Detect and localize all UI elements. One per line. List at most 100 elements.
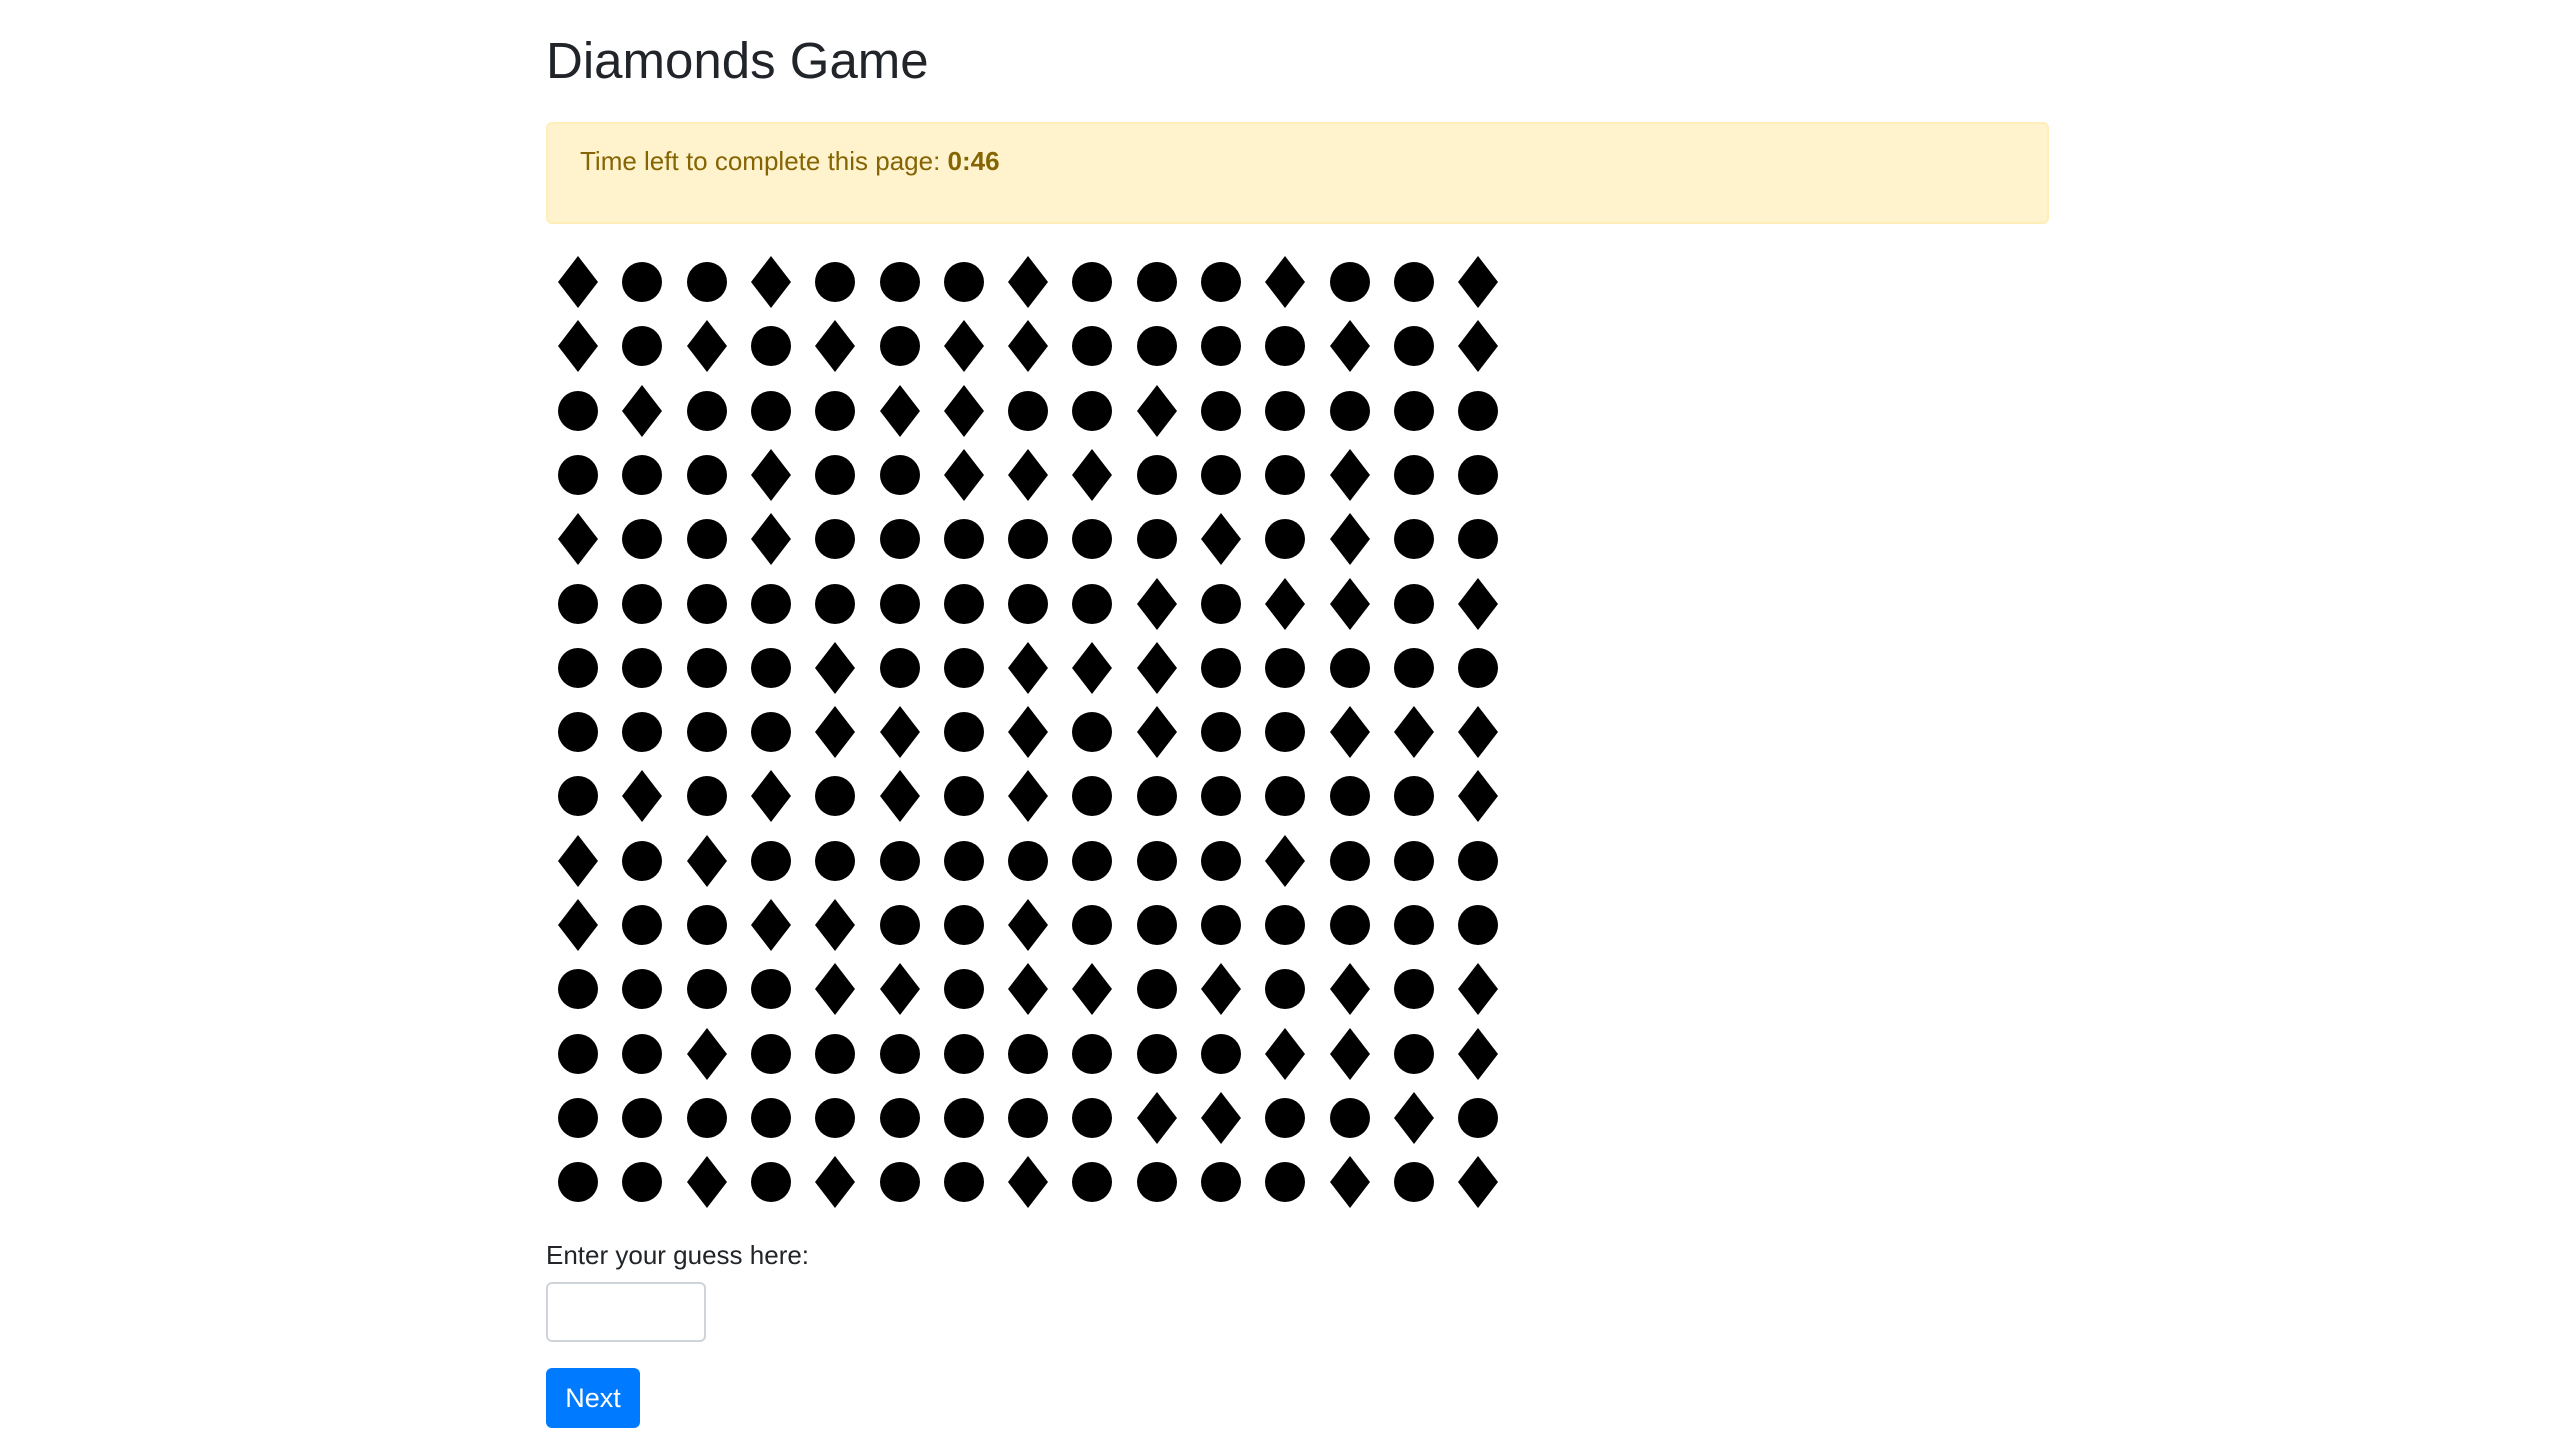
circle-icon xyxy=(1136,840,1177,881)
circle-icon xyxy=(558,647,598,688)
grid-cell xyxy=(739,379,803,443)
grid-cell xyxy=(868,379,932,443)
circle-icon xyxy=(1136,262,1177,302)
circle-icon xyxy=(1008,390,1049,431)
diamond-icon xyxy=(1008,256,1049,308)
circle-icon xyxy=(622,712,663,753)
circle-icon xyxy=(622,1097,663,1138)
grid-cell xyxy=(1253,829,1317,893)
diamond-icon xyxy=(1008,963,1049,1016)
circle-icon xyxy=(1265,647,1306,688)
grid-cell xyxy=(803,893,867,957)
diamond-icon xyxy=(1136,577,1177,630)
circle-icon xyxy=(558,776,598,817)
grid-cell xyxy=(1125,829,1189,893)
grid-cell xyxy=(610,572,674,636)
grid-cell xyxy=(932,572,996,636)
circle-icon xyxy=(1265,1097,1306,1138)
grid-cell xyxy=(610,957,674,1021)
grid-cell xyxy=(1446,572,1510,636)
circle-icon xyxy=(1136,1162,1177,1203)
circle-icon xyxy=(879,840,920,881)
circle-icon xyxy=(1393,262,1434,302)
circle-icon xyxy=(1393,519,1434,560)
circle-icon xyxy=(750,1097,791,1138)
grid-cell xyxy=(1318,764,1382,828)
diamond-icon xyxy=(1072,641,1113,694)
grid-cell xyxy=(868,443,932,507)
grid-cell xyxy=(1125,250,1189,314)
circle-icon xyxy=(815,1033,856,1074)
diamond-icon xyxy=(750,448,791,501)
diamond-icon xyxy=(1458,1027,1499,1080)
diamond-icon xyxy=(815,899,856,951)
page-title: Diamonds Game xyxy=(546,32,929,89)
grid-cell xyxy=(1189,572,1253,636)
grid-cell xyxy=(1253,1150,1317,1214)
grid-cell xyxy=(1318,636,1382,700)
diamond-icon xyxy=(879,384,920,437)
grid-cell xyxy=(610,700,674,764)
grid-cell xyxy=(1318,250,1382,314)
grid-cell xyxy=(1318,957,1382,1021)
circle-icon xyxy=(943,776,984,817)
circle-icon xyxy=(1329,905,1370,945)
grid-cell xyxy=(546,700,610,764)
diamond-icon xyxy=(1329,513,1370,566)
circle-icon xyxy=(1458,390,1499,431)
grid-cell xyxy=(1253,250,1317,314)
next-button[interactable]: Next xyxy=(546,1368,640,1428)
grid-cell xyxy=(1125,1022,1189,1086)
grid-cell xyxy=(932,957,996,1021)
circle-icon xyxy=(750,583,791,624)
circle-icon xyxy=(1072,390,1113,431)
shapes-grid xyxy=(546,250,1506,1210)
circle-icon xyxy=(1393,905,1434,945)
circle-icon xyxy=(943,1097,984,1138)
grid-cell xyxy=(932,764,996,828)
grid-cell xyxy=(610,893,674,957)
diamond-icon xyxy=(1458,577,1499,630)
circle-icon xyxy=(686,776,727,817)
grid-cell xyxy=(996,700,1060,764)
grid-cell xyxy=(1318,1150,1382,1214)
circle-icon xyxy=(686,1097,727,1138)
circle-icon xyxy=(879,519,920,560)
circle-icon xyxy=(879,905,920,945)
circle-icon xyxy=(622,583,663,624)
grid-cell xyxy=(546,507,610,571)
grid-cell xyxy=(1060,636,1124,700)
circle-icon xyxy=(622,647,663,688)
grid-cell xyxy=(932,636,996,700)
grid-cell xyxy=(803,764,867,828)
timer-label: Time left to complete this page: xyxy=(580,146,948,176)
grid-cell xyxy=(1125,1150,1189,1214)
grid-cell xyxy=(1189,1022,1253,1086)
grid-cell xyxy=(1060,572,1124,636)
grid-cell xyxy=(1446,829,1510,893)
diamond-icon xyxy=(1458,320,1499,373)
grid-cell xyxy=(932,250,996,314)
grid-cell xyxy=(996,1086,1060,1150)
diamond-icon xyxy=(815,1156,856,1209)
grid-cell xyxy=(1318,379,1382,443)
diamond-icon xyxy=(558,320,598,373)
grid-cell xyxy=(1382,443,1446,507)
diamond-icon xyxy=(1008,1156,1049,1209)
diamond-icon xyxy=(1329,320,1370,373)
circle-icon xyxy=(558,1162,598,1203)
circle-icon xyxy=(622,905,663,945)
grid-cell xyxy=(996,893,1060,957)
grid-cell xyxy=(675,250,739,314)
diamond-icon xyxy=(1458,706,1499,759)
circle-icon xyxy=(1136,905,1177,945)
grid-cell xyxy=(1060,829,1124,893)
circle-icon xyxy=(1393,1162,1434,1203)
grid-cell xyxy=(1125,636,1189,700)
circle-icon xyxy=(1201,776,1241,817)
guess-input[interactable] xyxy=(546,1282,706,1342)
grid-cell xyxy=(803,1150,867,1214)
circle-icon xyxy=(1329,390,1370,431)
circle-icon xyxy=(558,390,598,431)
grid-cell xyxy=(1060,700,1124,764)
